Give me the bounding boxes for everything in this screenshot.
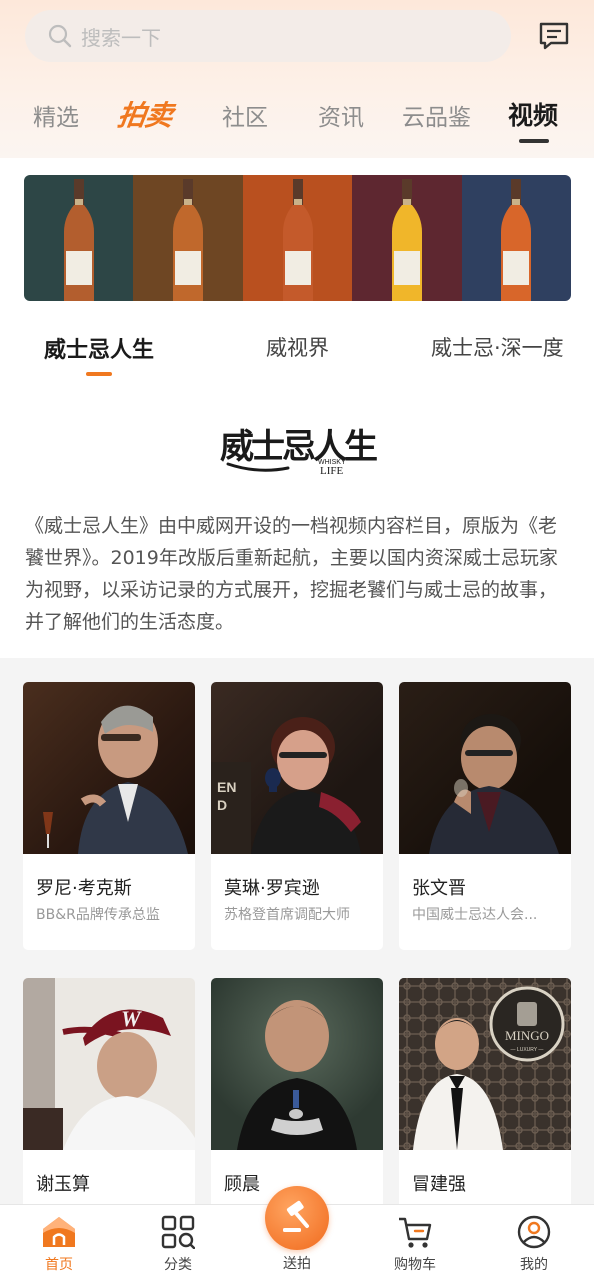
person-photo (211, 978, 383, 1150)
person-photo (399, 682, 571, 854)
person-title: 中国威士忌达人会... (412, 907, 538, 923)
home-icon (43, 1217, 75, 1247)
person-photo: EN D (211, 682, 383, 854)
message-icon[interactable] (537, 20, 571, 52)
banner-panel (461, 175, 571, 301)
person-card[interactable]: 罗尼·考克斯 BB&R品牌传承总监 (23, 682, 195, 950)
person-card[interactable]: MINGO — LUXURY — 冒建强 (399, 978, 571, 1218)
whisky-bottle-image (391, 179, 422, 301)
person-card[interactable]: 张文晋 中国威士忌达人会... (399, 682, 571, 950)
nav-profile-label: 我的 (520, 1257, 548, 1273)
nav-category-label: 分类 (164, 1257, 192, 1273)
header: 搜索一下 精选 拍卖 社区 资讯 云品鉴 视频 (0, 0, 594, 158)
search-bar[interactable]: 搜索一下 (25, 10, 511, 62)
person-name: 冒建强 (412, 1174, 466, 1195)
whisky-life-logo: 威士忌人生 WHISKY LIFE (220, 427, 378, 476)
tab-cloud-tasting[interactable]: 云品鉴 (402, 98, 471, 132)
person-photo: MINGO — LUXURY — (399, 978, 571, 1150)
category-icon (161, 1215, 195, 1249)
sub-tabs: 威士忌人生 威视界 威士忌·深一度 (0, 330, 594, 380)
person-card[interactable]: 顾晨 (211, 978, 383, 1218)
person-title: BB&R品牌传承总监 (36, 907, 160, 923)
top-tabs: 精选 拍卖 社区 资讯 云品鉴 视频 (0, 90, 594, 150)
subtab-whisky-deep[interactable]: 威士忌·深一度 (431, 332, 564, 362)
svg-text:EN: EN (217, 779, 236, 795)
search-icon (48, 24, 72, 48)
person-name: 谢玉算 (36, 1174, 90, 1195)
person-card[interactable]: W 谢玉算 (23, 978, 195, 1218)
person-card[interactable]: EN D 莫琳·罗宾逊 苏格登首席调配大师 (211, 682, 383, 950)
person-title: 苏格登首席调配大师 (224, 907, 350, 923)
whisky-bottle-image (63, 179, 94, 301)
banner-panel (24, 175, 134, 301)
mingo-sub-text: — LUXURY — (511, 1047, 544, 1053)
whisky-bottle-image (501, 179, 532, 301)
subtab-whisky-life[interactable]: 威士忌人生 (44, 332, 154, 364)
column-description: 《威士忌人生》由中威网开设的一档视频内容栏目，原版为《老饕世界》。2019年改版… (25, 515, 558, 633)
tab-featured[interactable]: 精选 (33, 98, 79, 132)
banner-panel (242, 175, 353, 301)
nav-consign-label: 送拍 (283, 1256, 311, 1272)
active-subtab-indicator (86, 372, 112, 376)
tab-community[interactable]: 社区 (222, 98, 268, 132)
person-name: 张文晋 (412, 878, 466, 899)
nav-cart-label: 购物车 (394, 1257, 436, 1273)
nav-home-label: 首页 (45, 1257, 73, 1273)
profile-icon (517, 1215, 551, 1249)
tab-auction[interactable]: 拍卖 (115, 94, 175, 134)
cart-icon (399, 1217, 432, 1248)
nav-profile[interactable]: 我的 (494, 1205, 574, 1280)
gavel-icon (283, 1200, 309, 1232)
tab-video[interactable]: 视频 (508, 96, 558, 132)
video-section: 威士忌人生 威视界 威士忌·深一度 威士忌人生 WHISKY LIFE 《威士忌… (0, 158, 594, 658)
person-name: 罗尼·考克斯 (36, 878, 132, 899)
svg-text:D: D (217, 797, 227, 813)
svg-text:W: W (121, 1006, 142, 1031)
banner[interactable] (24, 175, 571, 301)
banner-panel (352, 175, 462, 301)
consign-auction-button[interactable] (265, 1186, 329, 1250)
whisky-bottle-image (282, 179, 313, 301)
nav-cart[interactable]: 购物车 (375, 1205, 455, 1280)
person-photo (23, 682, 195, 854)
logo-life-text: LIFE (320, 465, 344, 476)
banner-panel (133, 175, 243, 301)
person-photo: W (23, 978, 195, 1150)
mingo-text: MINGO (505, 1028, 549, 1043)
person-name: 顾晨 (224, 1174, 260, 1195)
subtab-whisky-vision[interactable]: 威视界 (266, 332, 329, 362)
nav-category[interactable]: 分类 (138, 1205, 218, 1280)
nav-home[interactable]: 首页 (19, 1205, 99, 1280)
logo-calligraphy: 威士忌人生 (220, 427, 377, 467)
person-name: 莫琳·罗宾逊 (224, 878, 320, 899)
whisky-bottle-image (173, 179, 204, 301)
active-tab-indicator (519, 139, 549, 143)
search-placeholder: 搜索一下 (81, 25, 161, 50)
tab-news[interactable]: 资讯 (318, 98, 364, 132)
